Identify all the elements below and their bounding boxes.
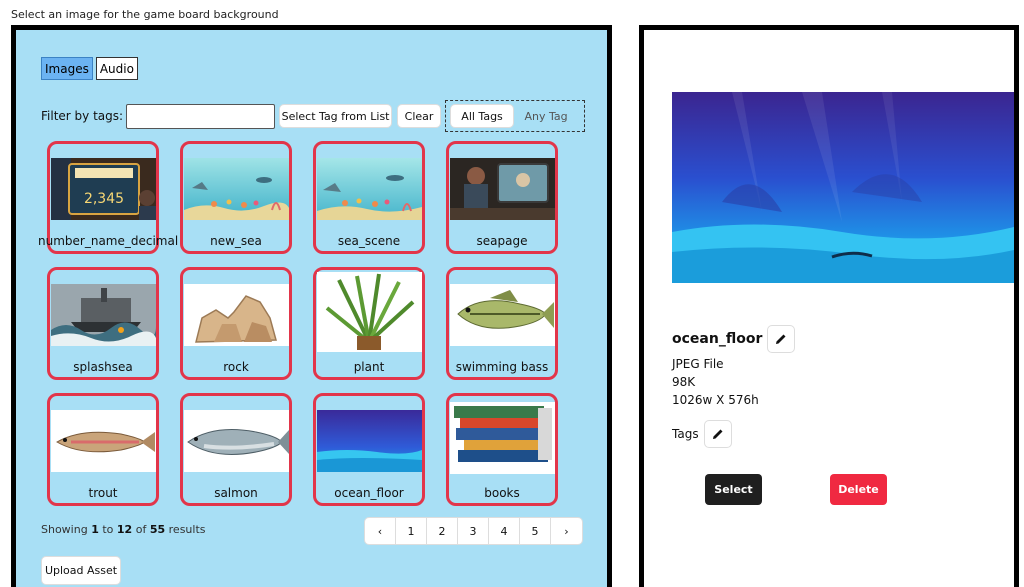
books-stack-thumbnail — [450, 402, 555, 474]
results-to: 12 — [116, 523, 133, 536]
results-total: 55 — [149, 523, 166, 536]
page-button-3[interactable]: 3 — [458, 518, 489, 544]
results-to-word: to — [102, 523, 114, 536]
image-dimensions: 1026w X 576h — [672, 393, 759, 407]
salmon-fish-thumbnail — [184, 410, 289, 472]
pencil-icon — [776, 334, 786, 344]
edit-tags-button[interactable] — [703, 420, 732, 448]
clear-button[interactable]: Clear — [397, 104, 442, 128]
page-button-1[interactable]: 1 — [396, 518, 427, 544]
tag-mode-toggle: All Tags Any Tag — [445, 100, 586, 132]
asset-tile[interactable]: trout — [47, 393, 159, 506]
asset-tile[interactable]: plant — [313, 267, 425, 380]
results-prefix: Showing — [41, 523, 88, 536]
tag-filter-input[interactable] — [126, 103, 276, 129]
tags-label: Tags — [672, 427, 699, 441]
asset-tile[interactable]: ocean_floor — [313, 393, 425, 506]
upload-asset-button[interactable]: Upload Asset — [41, 556, 121, 585]
any-tag-option[interactable]: Any Tag — [514, 104, 578, 128]
results-from: 1 — [91, 523, 99, 536]
plant-thumbnail — [317, 272, 422, 352]
asset-name: swimming bass — [455, 360, 549, 374]
delete-asset-button[interactable]: Delete — [830, 474, 887, 505]
asset-tile[interactable]: sea_scene — [313, 141, 425, 254]
results-summary: Showing 1 to 12 of 55 results — [41, 523, 206, 536]
asset-name: sea_scene — [337, 234, 401, 248]
trout-fish-thumbnail — [51, 410, 156, 472]
asset-tile[interactable]: swimming bass — [446, 267, 558, 380]
tag-filter-row: Filter by tags: Select Tag from List Cle… — [41, 100, 586, 132]
asset-name: rock — [223, 360, 249, 374]
page-title: Select an image for the game board backg… — [11, 8, 279, 21]
next-page-button[interactable]: › — [551, 518, 582, 544]
asset-name: trout — [88, 486, 118, 500]
game-show-screen-thumbnail: 2,345 — [51, 158, 156, 220]
asset-name: new_sea — [210, 234, 262, 248]
asset-detail-panel: ocean_floor JPEG File 98K 1026w X 576h T… — [639, 25, 1019, 587]
ship-storm-thumbnail — [51, 284, 156, 346]
tab-images[interactable]: Images — [41, 57, 93, 80]
select-tag-button[interactable]: Select Tag from List — [279, 104, 393, 128]
pager-row: Showing 1 to 12 of 55 results ‹ 1 2 3 4 … — [41, 517, 583, 545]
asset-tile[interactable]: salmon — [180, 393, 292, 506]
asset-tile[interactable]: seapage — [446, 141, 558, 254]
asset-name: ocean_floor — [334, 486, 404, 500]
file-type: JPEG File — [672, 357, 724, 371]
asset-name-row: ocean_floor — [672, 325, 796, 353]
svg-text:2,345: 2,345 — [84, 191, 124, 207]
tags-row: Tags — [672, 420, 732, 448]
results-suffix: results — [168, 523, 206, 536]
asset-tile[interactable]: splashsea — [47, 267, 159, 380]
results-of-word: of — [135, 523, 147, 536]
all-tags-option[interactable]: All Tags — [450, 104, 515, 128]
rock-thumbnail — [184, 284, 289, 346]
underwater-fish-thumbnail — [317, 158, 422, 220]
asset-name: salmon — [214, 486, 258, 500]
asset-browser-panel: Images Audio Filter by tags: Select Tag … — [11, 25, 612, 587]
asset-preview-image — [672, 92, 1014, 283]
asset-name: seapage — [476, 234, 528, 248]
asset-name: books — [484, 486, 520, 500]
select-asset-button[interactable]: Select — [705, 474, 762, 505]
page-button-2[interactable]: 2 — [427, 518, 458, 544]
asset-tile[interactable]: rock — [180, 267, 292, 380]
page-button-5[interactable]: 5 — [520, 518, 551, 544]
asset-grid: 2,345 number_name_decimal new_sea sea_sc… — [38, 141, 567, 506]
page-button-4[interactable]: 4 — [489, 518, 520, 544]
asset-tile[interactable]: new_sea — [180, 141, 292, 254]
asset-tile[interactable]: books — [446, 393, 558, 506]
asset-name: number_name_decimal — [38, 234, 179, 248]
asset-name: splashsea — [73, 360, 133, 374]
asset-name: plant — [353, 360, 385, 374]
asset-type-tabs: Images Audio — [41, 57, 141, 80]
pencil-icon — [712, 429, 723, 439]
file-size: 98K — [672, 375, 696, 389]
bass-fish-thumbnail — [450, 284, 555, 346]
pagination: ‹ 1 2 3 4 5 › — [364, 517, 583, 545]
underwater-fish-thumbnail — [184, 158, 289, 220]
filter-label: Filter by tags: — [41, 109, 124, 123]
pilot-cockpit-thumbnail — [450, 158, 555, 220]
ocean-floor-thumbnail — [317, 410, 422, 472]
tab-audio[interactable]: Audio — [95, 57, 138, 80]
asset-tile[interactable]: 2,345 number_name_decimal — [38, 141, 178, 254]
selected-asset-name: ocean_floor — [672, 331, 763, 347]
prev-page-button[interactable]: ‹ — [365, 518, 396, 544]
edit-name-button[interactable] — [767, 325, 796, 353]
